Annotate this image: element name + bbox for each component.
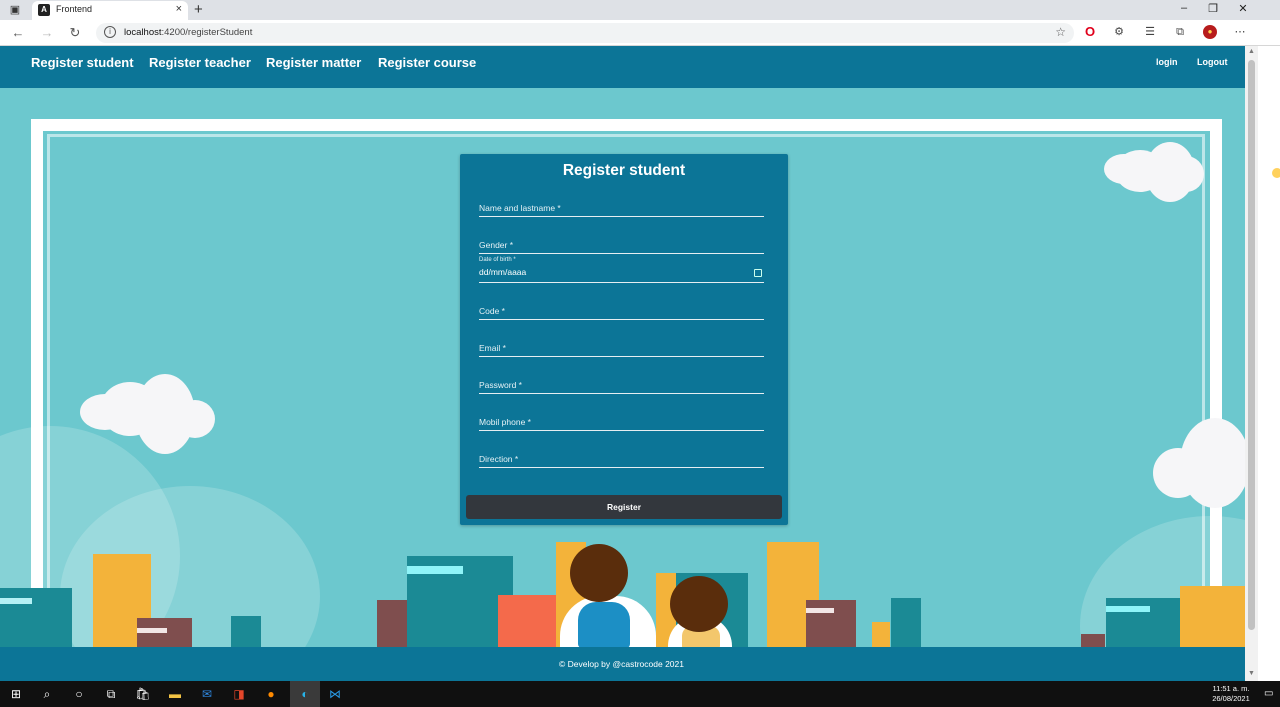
password-field[interactable]: Password * [479,374,764,394]
cortana-icon[interactable]: ○ [71,686,87,702]
book-stack [498,595,556,648]
site-info-icon[interactable]: i [104,26,116,38]
nav-login[interactable]: login [1156,57,1178,67]
page-scrollbar[interactable]: ▲ ▼ [1245,46,1258,681]
email-label: Email * [479,343,506,353]
direction-field[interactable]: Direction * [479,448,764,468]
form-title: Register student [562,162,686,179]
tab-actions-icon[interactable]: ▣ [8,3,22,17]
browser-toolbar: ← → ↻ i localhost:4200/registerStudent ☆… [0,20,1280,46]
nav-register-matter[interactable]: Register matter [266,55,361,70]
reload-icon[interactable]: ↻ [67,25,83,41]
scroll-up-icon[interactable]: ▲ [1247,48,1256,55]
angular-favicon-icon: A [38,4,50,16]
register-button[interactable]: Register [466,495,782,519]
task-view-icon[interactable]: ⧉ [103,686,119,702]
book-stripe [407,566,463,574]
register-student-card: Register student Name and lastname * Gen… [460,154,788,525]
more-menu-icon[interactable]: ⋯ [1233,25,1247,39]
dob-field[interactable]: dd/mm/aaaa [479,263,764,283]
code-label: Code * [479,306,505,316]
book-stripe [1106,606,1150,612]
calendar-icon[interactable] [754,269,762,277]
clock-date: 26/08/2021 [1212,694,1250,703]
book-stack [891,598,921,648]
book-stripe [0,598,32,604]
add-favorite-icon[interactable]: ☆ [1055,25,1066,39]
back-arrow-icon[interactable]: ← [10,25,26,41]
direction-label: Direction * [479,454,519,464]
scroll-thumb[interactable] [1248,60,1255,630]
code-field[interactable]: Code * [479,300,764,320]
page-footer: © Develop by @castrocode 2021 [0,647,1245,681]
book-stack [377,600,407,648]
book-stack [137,618,192,648]
gender-label: Gender * [479,240,514,250]
forward-arrow-icon[interactable]: → [39,25,55,41]
minimize-button[interactable]: – [1174,2,1194,14]
mobile-label: Mobil phone * [479,417,531,427]
firefox-icon[interactable]: ● [263,686,279,702]
edge-icon[interactable]: ◐ [290,681,320,707]
password-label: Password * [479,380,522,390]
file-explorer-icon[interactable]: ▬ [167,686,183,702]
restore-button[interactable]: ❐ [1203,2,1223,15]
nav-register-student[interactable]: Register student [31,55,134,70]
name-field[interactable]: Name and lastname * [479,197,764,217]
address-bar[interactable]: i localhost:4200/registerStudent ☆ [96,23,1074,43]
mobile-field[interactable]: Mobil phone * [479,411,764,431]
scroll-down-icon[interactable]: ▼ [1247,670,1256,677]
nav-logout[interactable]: Logout [1197,57,1228,67]
store-icon[interactable]: 🛍 [135,686,151,702]
close-window-button[interactable]: ✕ [1233,2,1253,15]
opera-extension-icon[interactable]: O [1083,25,1097,39]
mail-icon[interactable]: ✉ [199,686,215,702]
name-label: Name and lastname * [479,203,561,213]
profile-avatar[interactable]: ● [1203,25,1217,39]
url-text: localhost:4200/registerStudent [124,27,253,38]
taskbar-clock[interactable]: 11:51 a. m. 26/08/2021 [1208,684,1254,704]
close-tab-icon[interactable]: × [176,3,182,15]
tab-title: Frontend [56,4,93,14]
book-stack [1180,586,1245,648]
browser-tabbar: ▣ A Frontend × + – ❐ ✕ [0,0,1280,20]
favorites-icon[interactable]: ☰ [1143,25,1157,39]
browser-tab[interactable]: A Frontend × [32,1,188,20]
book-stack [872,622,890,648]
extensions-icon[interactable]: ⚙ [1112,25,1126,39]
notification-icon[interactable]: ▭ [1264,688,1273,699]
email-field[interactable]: Email * [479,337,764,357]
page-content: Register student Register teacher Regist… [0,46,1245,681]
vscode-icon[interactable]: ⋈ [327,686,343,702]
book-stack [1081,634,1105,648]
nav-register-course[interactable]: Register course [378,55,476,70]
top-navbar: Register student Register teacher Regist… [0,46,1245,88]
office-icon[interactable]: ◨ [231,686,247,702]
book-stack [0,588,72,648]
indicator-dot-icon [1272,168,1280,178]
clock-time: 11:51 a. m. [1212,684,1250,693]
book-stripe [137,628,167,633]
nav-register-teacher[interactable]: Register teacher [149,55,251,70]
windows-taskbar: ⊞ ⌕ ○ ⧉ 🛍 ▬ ✉ ◨ ● ◐ ⋈ 11:51 a. m. 26/08/… [0,681,1280,707]
footer-text: © Develop by @castrocode 2021 [559,659,684,669]
side-panel-edge [1258,46,1280,681]
windows-start-icon[interactable]: ⊞ [8,686,24,702]
search-icon[interactable]: ⌕ [39,686,55,702]
book-stripe [806,608,834,613]
new-tab-button[interactable]: + [194,1,203,19]
book-stack [231,616,261,648]
collections-icon[interactable]: ⧉ [1173,25,1187,39]
dob-value: dd/mm/aaaa [479,267,527,277]
gender-field[interactable]: Gender * [479,234,764,254]
